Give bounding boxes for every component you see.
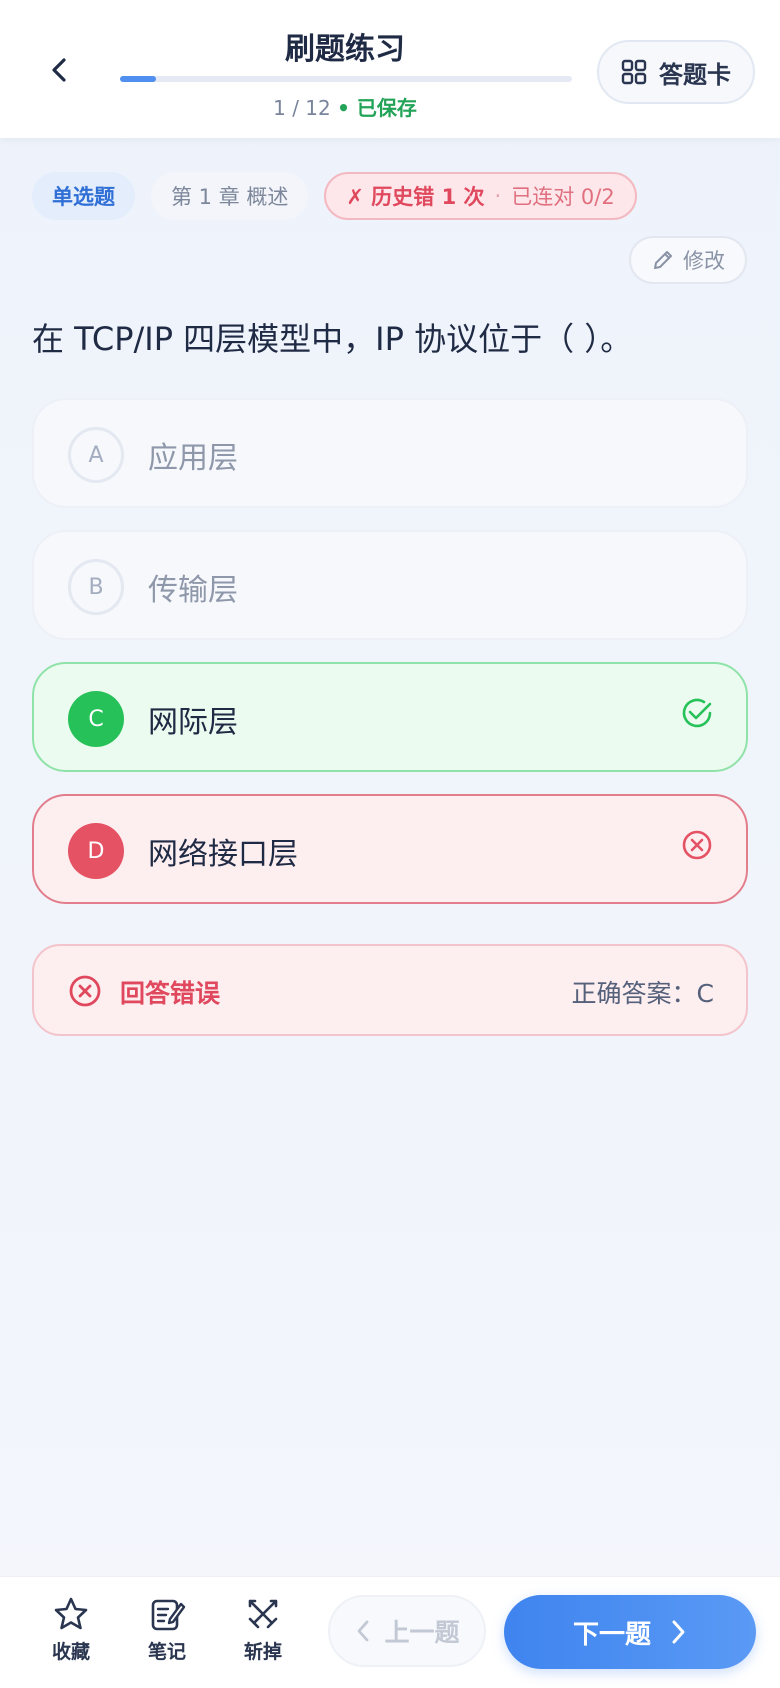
option-label: 应用层 bbox=[148, 441, 238, 476]
option-letter: D bbox=[68, 823, 124, 879]
bottom-toolbar: 收藏 笔记 斩掉 上一题 下一题 bbox=[0, 1576, 780, 1688]
chevron-right-icon bbox=[672, 1620, 685, 1644]
grid-icon bbox=[621, 59, 647, 85]
progress-count: 1 / 12 bbox=[273, 96, 331, 120]
remove-label: 斩掉 bbox=[243, 1641, 282, 1663]
result-banner: 回答错误 正确答案：C bbox=[32, 944, 748, 1036]
prev-question-button[interactable]: 上一题 bbox=[328, 1595, 486, 1667]
next-question-button[interactable]: 下一题 bbox=[504, 1595, 756, 1669]
correct-answer: 正确答案：C bbox=[571, 979, 714, 1008]
option-c[interactable]: C 网际层 bbox=[32, 662, 748, 772]
pencil-icon bbox=[654, 251, 672, 269]
favorite-label: 收藏 bbox=[51, 1641, 90, 1663]
answer-card-label: 答题卡 bbox=[659, 60, 731, 89]
note-button[interactable]: 笔记 bbox=[132, 1595, 202, 1671]
progress-bar bbox=[120, 76, 572, 82]
progress-indicator: 1 / 12 • 已保存 bbox=[0, 92, 690, 121]
history-wrong-count: ✗ 历史错 1 次 bbox=[346, 185, 485, 209]
close-circle-icon bbox=[682, 830, 712, 860]
option-label: 网际层 bbox=[148, 705, 238, 740]
option-letter: C bbox=[68, 691, 124, 747]
question-text: 在 TCP/IP 四层模型中，IP 协议位于（ ）。 bbox=[32, 320, 633, 358]
option-label: 传输层 bbox=[148, 573, 238, 608]
option-letter: A bbox=[68, 427, 124, 483]
option-label: 网络接口层 bbox=[148, 837, 298, 872]
prev-label: 上一题 bbox=[384, 1618, 460, 1647]
check-circle-icon bbox=[682, 698, 712, 728]
chapter-badge: 第 1 章 概述 bbox=[151, 172, 309, 220]
note-edit-icon bbox=[151, 1599, 186, 1631]
swords-icon bbox=[248, 1599, 278, 1629]
question-type-badge: 单选题 bbox=[32, 172, 135, 220]
question-tags: 单选题 第 1 章 概述 ✗ 历史错 1 次 · 已连对 0/2 bbox=[32, 172, 637, 220]
edit-label: 修改 bbox=[683, 249, 725, 273]
option-b[interactable]: B 传输层 bbox=[32, 530, 748, 640]
answer-card-button[interactable]: 答题卡 bbox=[597, 40, 755, 104]
top-header: 刷题练习 1 / 12 • 已保存 答题卡 bbox=[0, 0, 780, 138]
progress-fill bbox=[120, 76, 157, 82]
chevron-left-icon bbox=[358, 1620, 369, 1642]
separator-dot: · bbox=[494, 184, 502, 208]
close-circle-icon bbox=[69, 975, 101, 1007]
note-label: 笔记 bbox=[147, 1641, 186, 1663]
star-icon bbox=[54, 1597, 88, 1630]
option-d[interactable]: D 网络接口层 bbox=[32, 794, 748, 904]
remove-button[interactable]: 斩掉 bbox=[228, 1595, 298, 1671]
result-status: 回答错误 bbox=[120, 979, 221, 1008]
history-badge: ✗ 历史错 1 次 · 已连对 0/2 bbox=[324, 172, 637, 220]
page-title: 刷题练习 bbox=[285, 32, 405, 67]
saved-status: • 已保存 bbox=[337, 96, 417, 120]
correct-streak: 已连对 0/2 bbox=[511, 185, 615, 209]
option-a[interactable]: A 应用层 bbox=[32, 398, 748, 508]
next-label: 下一题 bbox=[572, 1619, 651, 1650]
favorite-button[interactable]: 收藏 bbox=[36, 1595, 106, 1671]
edit-button[interactable]: 修改 bbox=[629, 236, 747, 284]
option-letter: B bbox=[68, 559, 124, 615]
